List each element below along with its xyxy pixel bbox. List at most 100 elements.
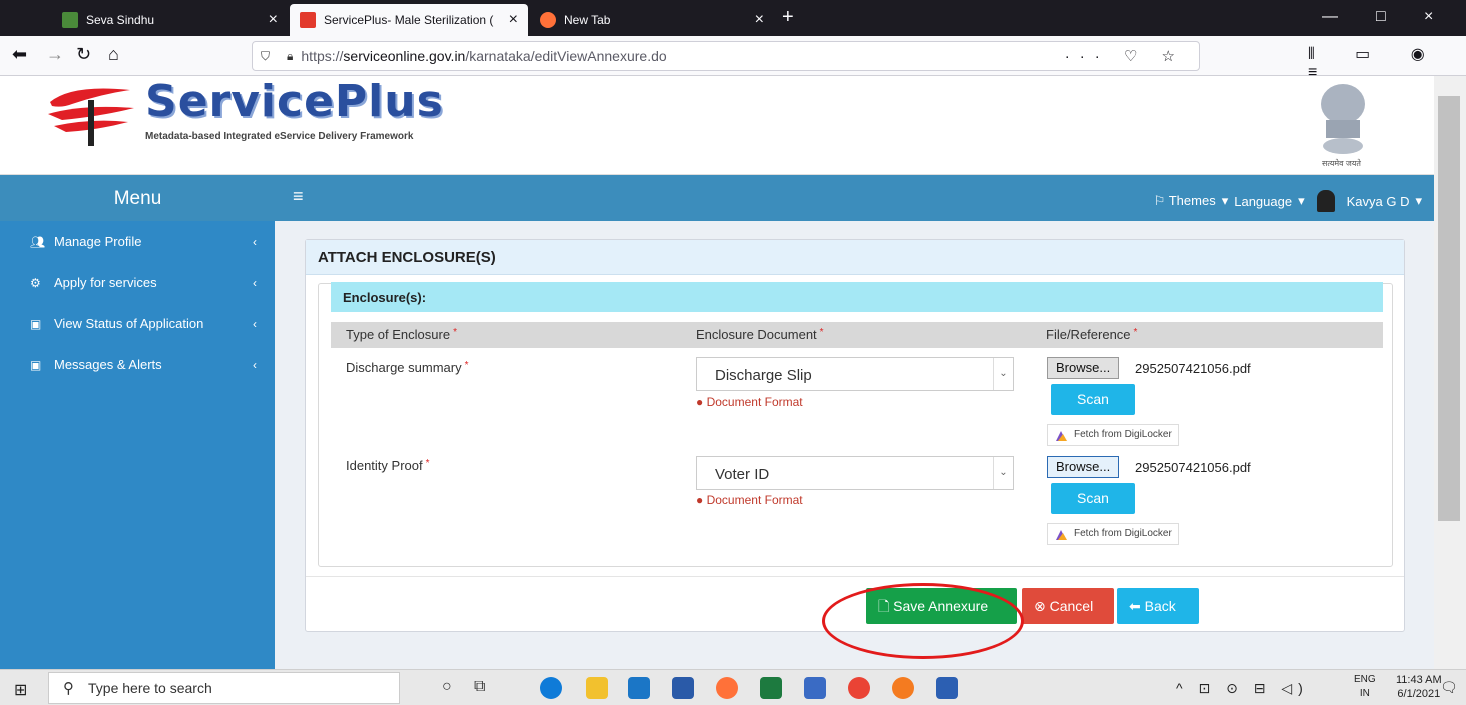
annotation-highlight-circle [822, 583, 1024, 659]
tab-seva-sindhu[interactable]: Seva Sindhu × [52, 4, 288, 36]
reload-icon[interactable]: ↻ [76, 44, 91, 65]
chevron-left-icon: ‹ [253, 275, 257, 290]
attach-enclosures-panel: ATTACH ENCLOSURE(S) Enclosure(s): Type o… [305, 239, 1405, 632]
windows-taskbar: ⊞ ⚲ Type here to search ○ ⧉ ^ ⊡ ⊙ ⊟ ◁) E… [0, 669, 1466, 705]
fetch-digilocker-button[interactable]: Fetch from DigiLocker [1047, 424, 1179, 446]
themes-menu[interactable]: ⚐ Themes [1154, 193, 1216, 209]
cortana-icon[interactable]: ○ [442, 678, 452, 696]
language-menu[interactable]: Language [1234, 194, 1292, 209]
close-tab-icon[interactable]: × [755, 11, 764, 29]
chrome-icon[interactable] [848, 677, 870, 699]
store-icon[interactable] [672, 677, 694, 699]
forward-arrow-icon[interactable]: → [46, 44, 64, 65]
notification-icon[interactable]: 🗨︎ [1440, 679, 1458, 696]
url-bar[interactable]: ⛉ 🔒︎ https://serviceonline.gov.in/karnat… [252, 41, 1200, 71]
file-explorer-icon[interactable] [586, 677, 608, 699]
fetch-digilocker-button[interactable]: Fetch from DigiLocker [1047, 523, 1179, 545]
lock-icon: 🔒︎ [287, 48, 294, 63]
panel-divider [306, 576, 1404, 577]
app-icon[interactable] [892, 677, 914, 699]
edge-icon[interactable] [540, 677, 562, 699]
column-header: Enclosure Document * [696, 327, 824, 342]
document-format-link[interactable]: ● Document Format [696, 493, 803, 507]
file-name: 2952507421056.pdf [1135, 361, 1251, 376]
caret-down-icon: ▾ [1415, 193, 1422, 208]
hamburger-menu-icon[interactable]: ≡ [293, 186, 304, 207]
maximize-button[interactable]: □ [1376, 8, 1386, 26]
url-text: https://serviceonline.gov.in/karnataka/e… [301, 48, 667, 64]
scan-button[interactable]: Scan [1051, 483, 1135, 514]
sidebar-item-apply-for-services[interactable]: ⚙ Apply for services ‹ [0, 262, 275, 303]
mail-icon[interactable] [628, 677, 650, 699]
brand-name: ServicePlus [145, 76, 444, 127]
user-avatar-icon[interactable] [1316, 190, 1335, 212]
chevron-down-icon: ⌄ [993, 358, 1013, 390]
digilocker-icon [1056, 431, 1067, 441]
firefox-favicon-icon [540, 12, 556, 28]
tab-new-tab[interactable]: New Tab × [530, 4, 774, 36]
close-tab-icon[interactable]: × [269, 11, 278, 29]
serviceplus-favicon-icon [300, 12, 316, 28]
close-window-button[interactable]: × [1424, 8, 1433, 26]
sidebar: Menu 👥︎ Manage Profile ‹ ⚙ Apply for ser… [0, 175, 275, 669]
enclosure-type-label: Discharge summary * [346, 360, 469, 375]
new-tab-button[interactable]: + [782, 6, 794, 29]
enclosure-document-select[interactable]: Discharge Slip ⌄ [696, 357, 1014, 391]
back-arrow-icon[interactable]: ⬅ [12, 44, 27, 65]
caret-down-icon: ▾ [1298, 193, 1305, 208]
column-header: File/Reference * [1046, 327, 1138, 342]
browse-button[interactable]: Browse... [1047, 357, 1120, 379]
url-actions-icon[interactable]: ··· ♡ ☆ [1065, 47, 1185, 65]
digilocker-icon [1056, 530, 1067, 540]
sidebar-item-label: Apply for services [54, 275, 157, 290]
sidebar-item-label: Manage Profile [54, 234, 142, 249]
browse-button[interactable]: Browse... [1047, 456, 1120, 478]
file-name: 2952507421056.pdf [1135, 460, 1251, 475]
chevron-left-icon: ‹ [253, 234, 257, 249]
enclosures-table-header: Type of Enclosure * Enclosure Document * F… [331, 322, 1383, 348]
tab-title: ServicePlus- Male Sterilization ( [324, 13, 494, 27]
input-language[interactable]: ENG IN [1354, 673, 1376, 701]
search-icon: ⚲ [63, 680, 74, 697]
enclosures-section-title: Enclosure(s): [331, 282, 1383, 312]
enclosure-type-label: Identity Proof * [346, 458, 430, 473]
scan-button[interactable]: Scan [1051, 384, 1135, 415]
serviceplus-logo-icon [48, 88, 134, 146]
browser-nav-bar: ⬅ → ↻ ⌂ ⛉ 🔒︎ https://serviceonline.gov.i… [0, 36, 1466, 81]
chevron-down-icon: ⌄ [993, 457, 1013, 489]
document-format-link[interactable]: ● Document Format [696, 395, 803, 409]
enclosure-document-select[interactable]: Voter ID ⌄ [696, 456, 1014, 490]
sidebar-item-label: View Status of Application [54, 316, 204, 331]
firefox-icon[interactable] [716, 677, 738, 699]
sidebar-item-messages-alerts[interactable]: ▣ Messages & Alerts ‹ [0, 344, 275, 385]
shield-icon: ⛉ [261, 48, 271, 63]
home-icon[interactable]: ⌂ [108, 44, 119, 65]
column-header: Type of Enclosure * [346, 327, 457, 342]
task-view-icon[interactable]: ⧉ [474, 678, 485, 696]
sidebar-item-view-status[interactable]: ▣ View Status of Application ‹ [0, 303, 275, 344]
windows-start-icon[interactable]: ⊞ [14, 680, 27, 700]
excel-icon[interactable] [760, 677, 782, 699]
clock[interactable]: 11:43 AM 6/1/2021 [1396, 673, 1442, 701]
back-button[interactable]: ⬅ Back [1117, 588, 1199, 624]
window-icon: ▣ [30, 316, 42, 331]
app-icon[interactable] [804, 677, 826, 699]
seva-sindhu-favicon-icon [62, 12, 78, 28]
sidebar-item-label: Messages & Alerts [54, 357, 162, 372]
tab-title: New Tab [564, 13, 611, 27]
state-emblem-icon [1321, 84, 1365, 154]
chevron-left-icon: ‹ [253, 357, 257, 372]
app-icon[interactable] [936, 677, 958, 699]
panel-title: ATTACH ENCLOSURE(S) [306, 240, 1404, 275]
emblem-motto: सत्यमेव जयते [1322, 159, 1361, 168]
cancel-button[interactable]: ⊗ Cancel [1022, 588, 1114, 624]
system-tray-icons[interactable]: ^ ⊡ ⊙ ⊟ ◁) [1176, 680, 1309, 697]
tab-serviceplus[interactable]: ServicePlus- Male Sterilization ( × [290, 4, 528, 36]
close-tab-icon[interactable]: × [509, 11, 518, 29]
users-icon: 👥︎ [30, 234, 46, 249]
minimize-button[interactable]: — [1322, 8, 1338, 26]
scrollbar-thumb[interactable] [1438, 96, 1460, 521]
sidebar-item-manage-profile[interactable]: 👥︎ Manage Profile ‹ [0, 221, 275, 262]
user-name[interactable]: Kavya G D [1347, 194, 1410, 209]
taskbar-search[interactable]: ⚲ Type here to search [48, 672, 400, 704]
